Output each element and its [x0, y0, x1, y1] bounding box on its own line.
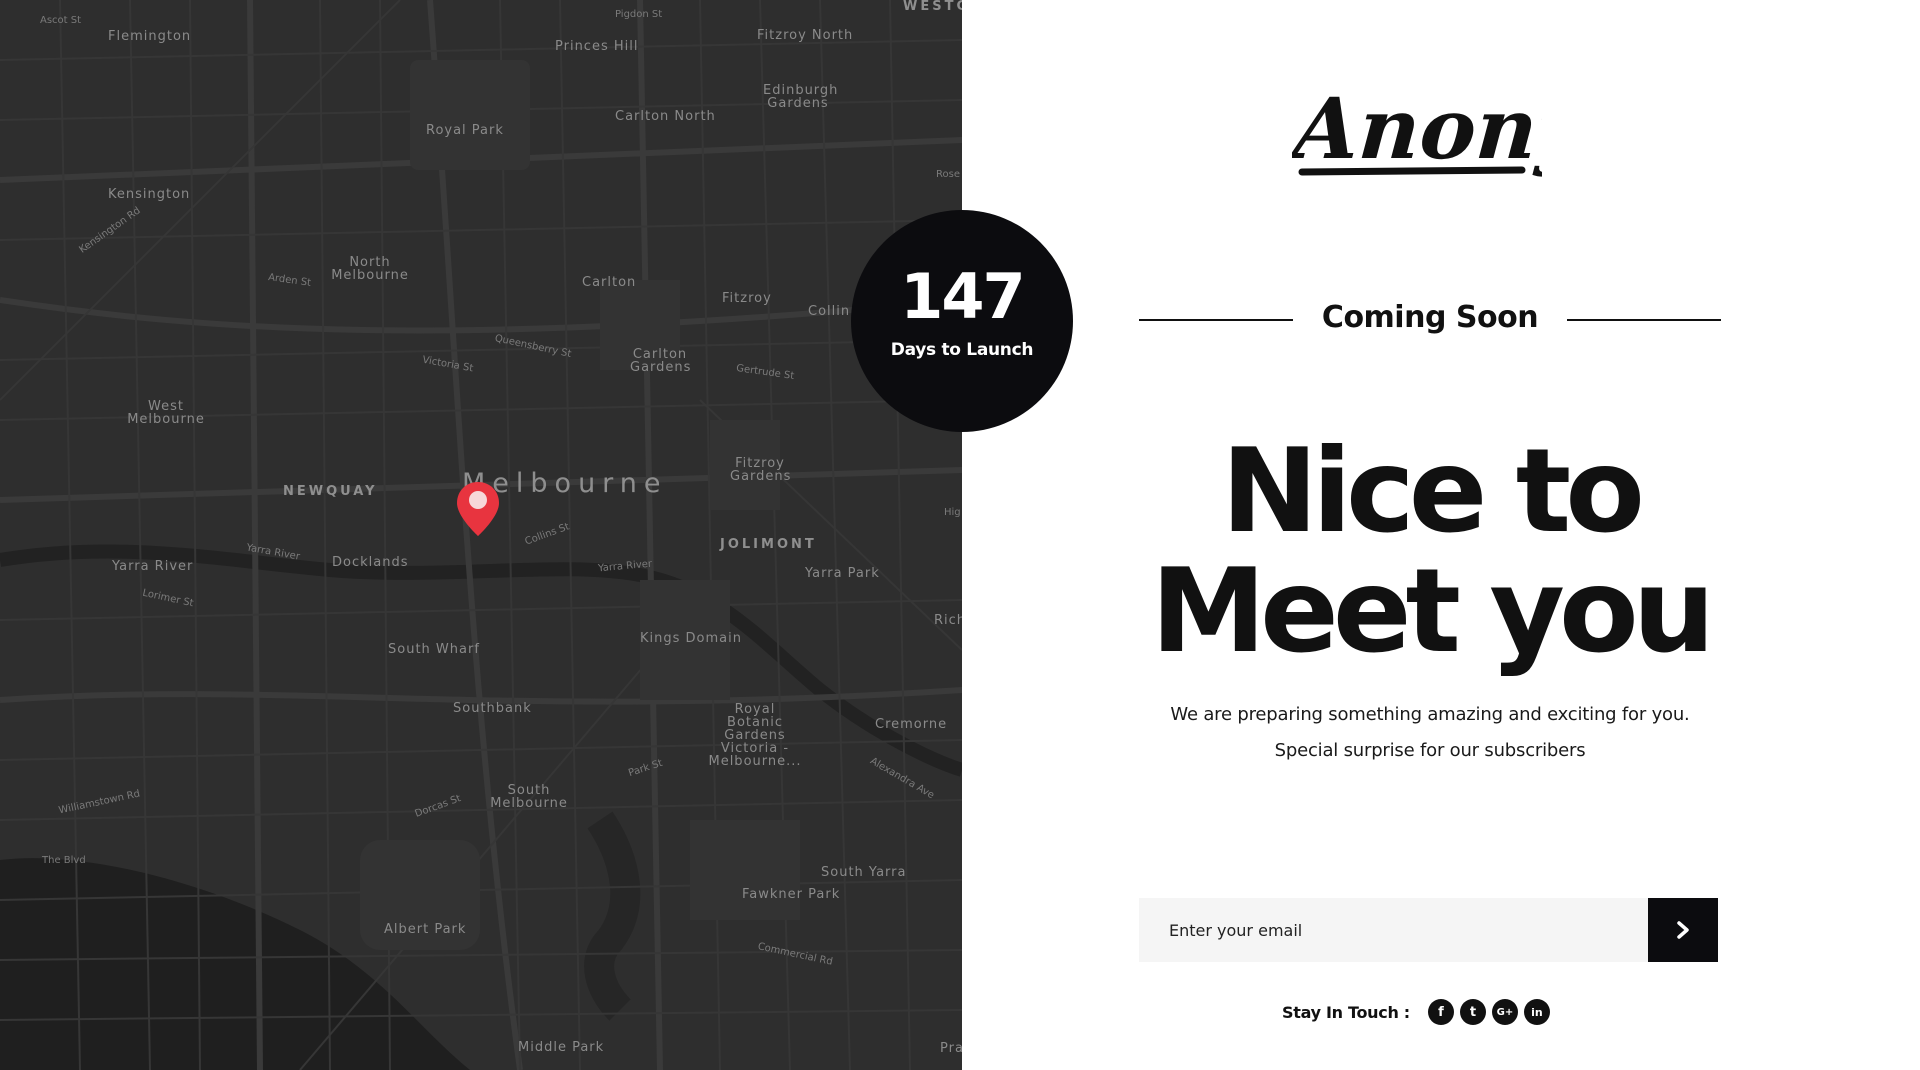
map-label: Kensington — [108, 187, 191, 202]
map-label: West Melbourne — [127, 399, 205, 427]
map-label: Pra — [940, 1041, 962, 1056]
social-row: Stay In Touch : f t G+ in — [1282, 997, 1556, 1027]
map-label: South Wharf — [388, 642, 480, 657]
map-label: NEWQUAY — [283, 484, 378, 499]
map-label: Yarra River — [112, 559, 194, 574]
coming-soon-heading: Coming Soon — [1321, 300, 1539, 335]
map-label: Fitzroy — [722, 291, 772, 306]
map-label: Carlton Gardens — [630, 347, 692, 375]
map-label: Cremorne — [875, 717, 948, 732]
map-label: Edinburgh Gardens — [763, 83, 839, 111]
map-label: Docklands — [332, 555, 409, 570]
headline-line-2: Meet you — [1150, 544, 1716, 679]
map-label: Yarra Park — [805, 566, 880, 581]
map-label: Royal Park — [426, 123, 504, 138]
map-label: Ascot St — [40, 15, 82, 26]
map-label: Royal Botanic Gardens Victoria - Melbour… — [708, 702, 802, 769]
coming-soon-row: Coming Soon — [1139, 298, 1721, 338]
chevron-right-icon — [1677, 921, 1689, 939]
map-label: Carlton — [582, 275, 637, 290]
map-label: North Melbourne — [331, 255, 409, 283]
map-label: Princes Hill — [555, 39, 639, 54]
twitter-icon[interactable]: t — [1459, 999, 1486, 1025]
email-input[interactable] — [1139, 898, 1648, 962]
brand-logo-wordmark: Anony — [1283, 79, 1594, 178]
map-label: South Melbourne — [490, 783, 568, 811]
map-label: WESTG — [903, 0, 962, 14]
location-pin-icon[interactable] — [455, 480, 501, 538]
svg-text:Anony: Anony — [1292, 79, 1542, 178]
map-label: Flemington — [108, 29, 192, 44]
countdown-badge: 147 Days to Launch — [851, 210, 1073, 432]
map-label: Fitzroy North — [757, 28, 854, 43]
map-label: Pigdon St — [615, 9, 663, 20]
map-label: Fitzroy Gardens — [730, 456, 792, 484]
map-panel[interactable]: Ascot St Flemington Princes Hill Pigdon … — [0, 0, 962, 1070]
brand-logo[interactable]: Anony — [1283, 70, 1594, 185]
linkedin-icon[interactable]: in — [1523, 999, 1550, 1025]
map-label: Fawkner Park — [742, 887, 841, 902]
facebook-icon[interactable]: f — [1427, 999, 1454, 1025]
divider-line — [1567, 319, 1721, 321]
content-panel: Anony Coming Soon Nice to Meet you We ar… — [962, 0, 1920, 1070]
map-label: The Blvd — [42, 855, 86, 866]
headline-line-1: Nice to — [1221, 424, 1645, 559]
map-label: Rich — [934, 613, 962, 628]
map-label: Southbank — [453, 701, 532, 716]
subtitle-line-1: We are preparing something amazing and e… — [1170, 704, 1690, 725]
subscribe-button[interactable] — [1648, 898, 1718, 962]
map-label: Hig — [944, 507, 961, 518]
stay-in-touch-label: Stay In Touch : — [1282, 1002, 1410, 1022]
map-label: Kings Domain — [640, 631, 742, 646]
map-label: Collin — [808, 304, 851, 319]
countdown-label: Days to Launch — [890, 340, 1034, 360]
map-label: Rose — [936, 169, 960, 180]
countdown-number: 147 — [900, 260, 1025, 333]
map-label: South Yarra — [821, 865, 907, 880]
map-label: Middle Park — [518, 1040, 605, 1055]
google-plus-icon[interactable]: G+ — [1491, 999, 1518, 1025]
subtitle-line-2: Special surprise for our subscribers — [1274, 740, 1586, 761]
map-label: JOLIMONT — [720, 537, 817, 552]
map-label: Carlton North — [615, 109, 716, 124]
map-label: Albert Park — [384, 922, 467, 937]
